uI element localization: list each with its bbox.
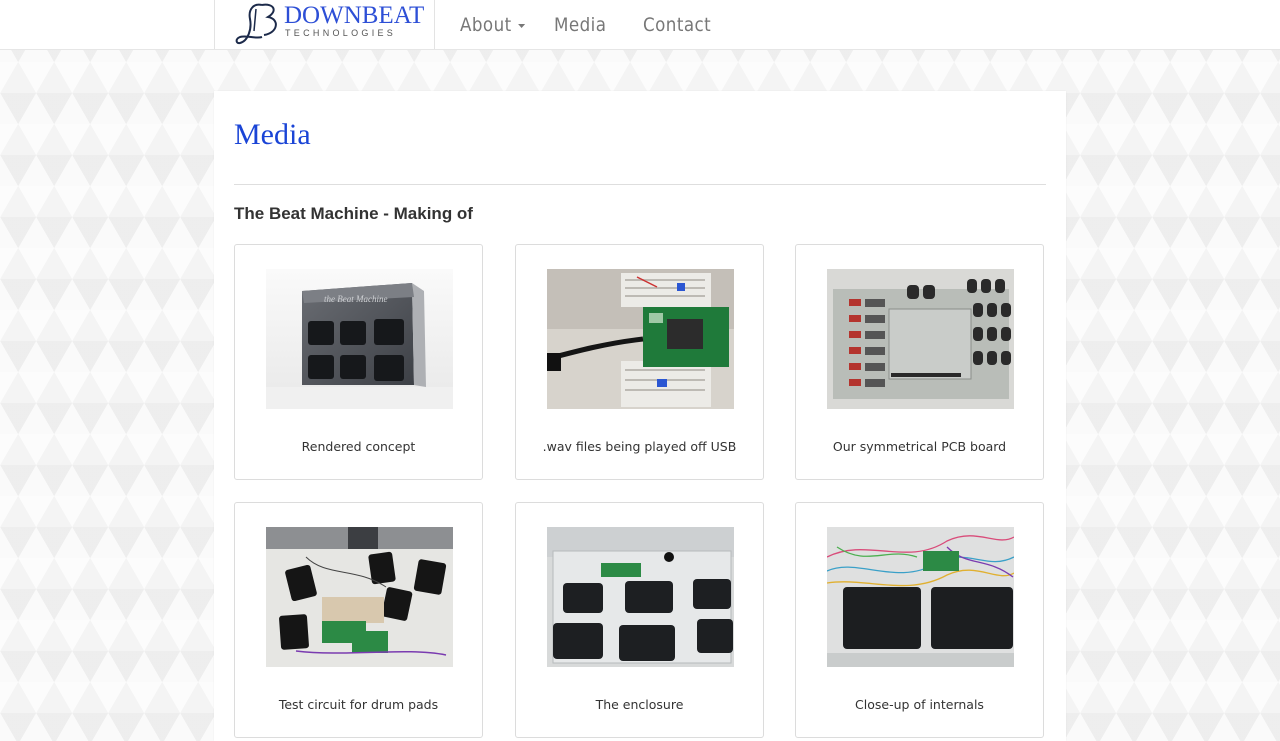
- pcb-board-image[interactable]: [827, 269, 1014, 409]
- svg-text:the Beat Machine: the Beat Machine: [324, 294, 387, 304]
- gallery-card-rendered-concept[interactable]: the Beat Machine Rendered concept: [234, 244, 483, 480]
- nav-item-contact[interactable]: Contact: [643, 14, 711, 36]
- nav-item-about[interactable]: About: [460, 14, 525, 36]
- brand-logo-link[interactable]: DOWNBEAT TECHNOLOGIES: [214, 0, 435, 49]
- breadboard-usb-image[interactable]: [547, 269, 734, 409]
- section-title: The Beat Machine - Making of: [234, 204, 473, 223]
- gallery-caption: Rendered concept: [301, 439, 416, 454]
- gallery-card-pcb[interactable]: Our symmetrical PCB board: [795, 244, 1044, 480]
- page-title: Media: [234, 118, 311, 151]
- downbeat-logo-icon: [235, 3, 277, 45]
- gallery-caption: Our symmetrical PCB board: [832, 439, 1007, 454]
- test-circuit-image[interactable]: [266, 527, 453, 667]
- gallery-caption: The enclosure: [595, 697, 684, 712]
- content-panel: Media The Beat Machine - Making of the B…: [214, 91, 1066, 741]
- nav-about-label: About: [460, 13, 512, 36]
- gallery-card-usb-playback[interactable]: .wav files being played off USB: [515, 244, 764, 480]
- gallery-caption: Close-up of internals: [855, 697, 984, 712]
- top-navbar: DOWNBEAT TECHNOLOGIES About Media Contac…: [0, 0, 1280, 50]
- title-divider: [234, 184, 1046, 185]
- main-nav: About Media Contact: [445, 0, 736, 49]
- internals-closeup-image[interactable]: [827, 527, 1014, 667]
- caret-down-icon: [517, 24, 525, 28]
- brand-title: DOWNBEAT: [284, 2, 425, 29]
- brand-subtitle: TECHNOLOGIES: [285, 28, 397, 38]
- gallery-card-enclosure[interactable]: The enclosure: [515, 502, 764, 738]
- nav-item-media[interactable]: Media: [554, 14, 606, 36]
- gallery-caption: Test circuit for drum pads: [278, 697, 439, 712]
- rendered-concept-image[interactable]: the Beat Machine: [266, 269, 453, 409]
- enclosure-image[interactable]: [547, 527, 734, 667]
- gallery-caption: .wav files being played off USB: [542, 439, 737, 454]
- gallery-card-test-circuit[interactable]: Test circuit for drum pads: [234, 502, 483, 738]
- gallery-card-internals[interactable]: Close-up of internals: [795, 502, 1044, 738]
